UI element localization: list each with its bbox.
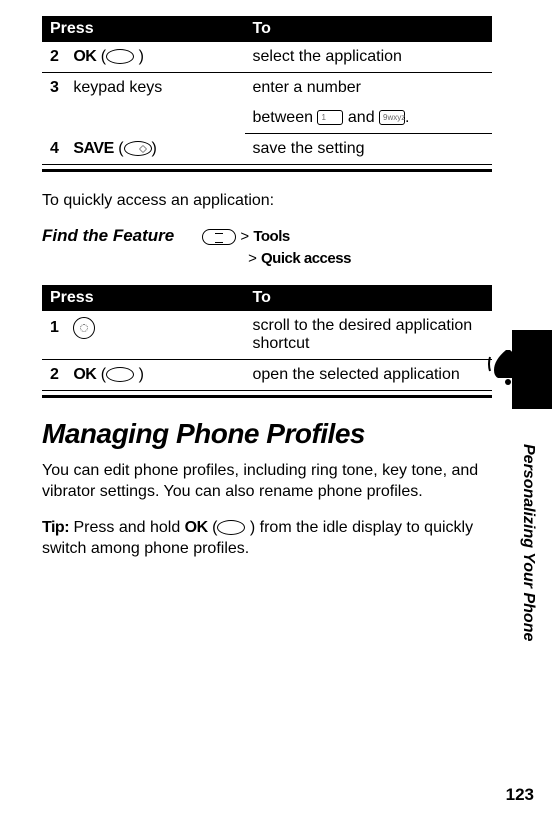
step-number: 4 bbox=[50, 140, 59, 157]
ok-key-icon bbox=[106, 367, 134, 382]
t1-row3-to: save the setting bbox=[245, 134, 493, 165]
tip-ok-label: OK bbox=[185, 519, 208, 536]
instruction-table-2: Press To 1 scroll to the desired applica… bbox=[42, 285, 492, 391]
save-key-icon bbox=[124, 141, 152, 156]
t1-row2-to-line2: between 1 and 9wxyz. bbox=[245, 103, 493, 134]
key-label-plain: keypad keys bbox=[73, 79, 162, 96]
key-9-icon: 9wxyz bbox=[379, 110, 405, 125]
find-feature-path: > Tools > Quick access bbox=[202, 226, 351, 271]
ringer-vibrate-icon bbox=[488, 342, 538, 392]
find-feature-label: Find the Feature bbox=[42, 226, 174, 246]
t1-row2-press: 3 keypad keys bbox=[42, 73, 245, 134]
t1-row3-press: 4 SAVE () bbox=[42, 134, 245, 165]
t2-row2-to: open the selected application bbox=[245, 359, 493, 390]
table2-header-press: Press bbox=[42, 285, 245, 311]
table-bottom-border bbox=[42, 169, 492, 172]
step-number: 2 bbox=[50, 48, 59, 65]
menu-key-icon bbox=[202, 229, 236, 245]
tip-paragraph: Tip: Press and hold OK ( ) from the idle… bbox=[42, 517, 492, 560]
side-section-label: Personalizing Your Phone bbox=[519, 444, 537, 674]
table1-header-press: Press bbox=[42, 16, 245, 42]
key-label: OK bbox=[73, 366, 96, 383]
table-bottom-border bbox=[42, 395, 492, 398]
key-1-icon: 1 bbox=[317, 110, 343, 125]
table2-header-to: To bbox=[245, 285, 493, 311]
tip-label: Tip: bbox=[42, 519, 69, 536]
body-paragraph-1: You can edit phone profiles, including r… bbox=[42, 460, 492, 503]
t2-row2-press: 2 OK ( ) bbox=[42, 359, 245, 390]
ok-key-icon bbox=[217, 520, 245, 535]
table1-header-to: To bbox=[245, 16, 493, 42]
quick-access-intro: To quickly access an application: bbox=[42, 190, 492, 212]
t1-row1-press: 2 OK ( ) bbox=[42, 42, 245, 73]
key-label: SAVE bbox=[73, 140, 113, 157]
step-number: 2 bbox=[50, 366, 59, 383]
t2-row1-press: 1 bbox=[42, 311, 245, 360]
ok-key-icon bbox=[106, 49, 134, 64]
t2-row1-to: scroll to the desired application shortc… bbox=[245, 311, 493, 360]
nav-key-icon bbox=[73, 317, 95, 339]
t1-row1-to: select the application bbox=[245, 42, 493, 73]
step-number: 1 bbox=[50, 319, 59, 336]
t1-row2-to-line1: enter a number bbox=[245, 73, 493, 104]
section-heading: Managing Phone Profiles bbox=[42, 418, 492, 450]
key-label: OK bbox=[73, 48, 96, 65]
step-number: 3 bbox=[50, 79, 59, 96]
find-feature-block: Find the Feature > Tools > Quick access bbox=[42, 226, 492, 271]
instruction-table-1: Press To 2 OK ( ) select the application… bbox=[42, 16, 492, 165]
page-number: 123 bbox=[506, 785, 534, 805]
